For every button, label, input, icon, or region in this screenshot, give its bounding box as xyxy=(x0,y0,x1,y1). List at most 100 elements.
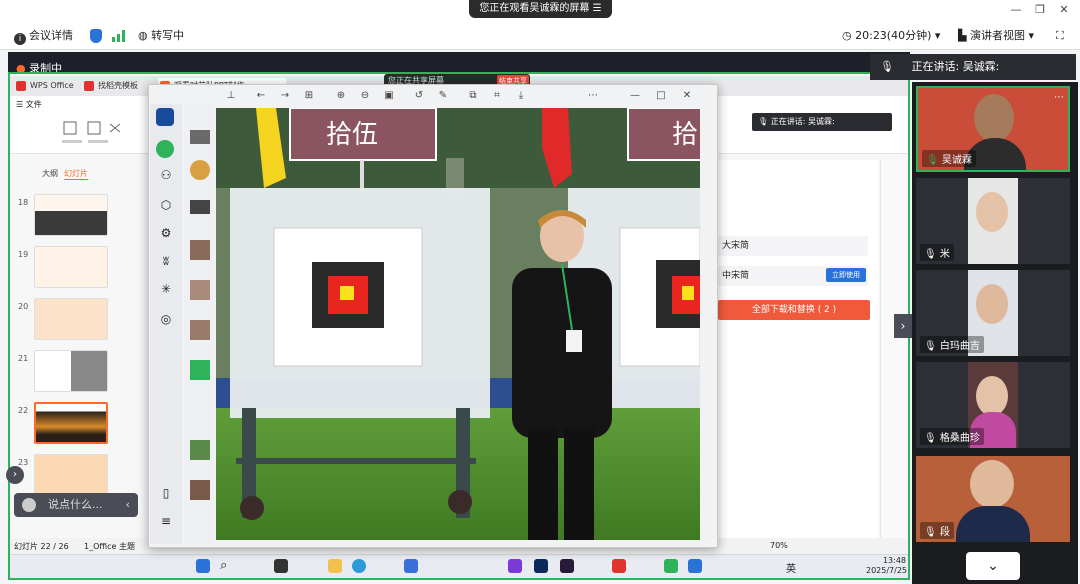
scroll-down-button[interactable]: ⌄ xyxy=(966,552,1020,580)
font-panel xyxy=(716,160,878,540)
slide-thumb-20[interactable] xyxy=(34,298,108,340)
slide-thumb-22[interactable] xyxy=(34,402,108,444)
photo-thumb[interactable] xyxy=(190,160,210,180)
windows-start-icon[interactable] xyxy=(196,559,210,573)
back-icon[interactable]: ← xyxy=(254,88,268,104)
photo-thumb[interactable] xyxy=(190,360,210,380)
wps-tab-office[interactable]: WPS Office xyxy=(14,78,74,94)
restore-icon[interactable]: ❐ xyxy=(1032,4,1048,16)
template-icon xyxy=(84,81,94,91)
slide-thumb-21[interactable] xyxy=(34,350,108,392)
participant-tile[interactable]: 🎙 白玛曲吉 xyxy=(916,270,1070,356)
outline-tab[interactable]: 大纲 xyxy=(42,168,58,179)
gear-icon[interactable]: ⚙ xyxy=(157,226,175,244)
slide-number: 19 xyxy=(18,250,29,259)
slides-tab[interactable]: 幻灯片 xyxy=(64,168,88,180)
participant-tile[interactable]: 🎙 吴诚霖 ⋯ xyxy=(916,86,1070,172)
crop-icon[interactable]: ⌗ xyxy=(490,88,504,104)
apply-font-button[interactable]: 立即使用 xyxy=(826,268,866,282)
slide-thumb-19[interactable] xyxy=(34,246,108,288)
edit-icon[interactable]: ✎ xyxy=(436,88,450,104)
chat-icon[interactable] xyxy=(156,140,174,158)
photo-thumb[interactable] xyxy=(190,200,210,214)
menu-icon[interactable]: ≡ xyxy=(157,514,175,532)
viewing-banner[interactable]: 您正在观看吴诚霖的屏幕 ☰ xyxy=(469,0,612,18)
ime-indicator[interactable]: 英 xyxy=(786,560,796,575)
participant-tile[interactable]: 🎙 米 xyxy=(916,178,1070,264)
close-icon[interactable]: ✕ xyxy=(1056,4,1072,16)
app-icon[interactable] xyxy=(404,559,418,573)
viewer-minimize-icon[interactable]: — xyxy=(628,88,642,104)
more-icon[interactable]: ⋯ xyxy=(586,88,600,104)
mic-icon: 🎙 xyxy=(758,117,769,126)
photo-thumb[interactable] xyxy=(190,280,210,300)
meeting-app-icon[interactable] xyxy=(688,559,702,573)
photo-thumb[interactable] xyxy=(190,440,210,460)
more-icon[interactable]: ⋯ xyxy=(1054,92,1064,103)
sparkle-icon[interactable]: ✳ xyxy=(157,282,175,300)
fit-icon[interactable]: ▣ xyxy=(382,88,396,104)
font-option[interactable]: 大宋简 xyxy=(718,236,868,256)
after-effects-icon[interactable] xyxy=(560,559,574,573)
minimize-icon[interactable]: — xyxy=(1008,4,1024,16)
search-icon[interactable]: ⌕ xyxy=(220,559,234,573)
photo-thumb[interactable] xyxy=(190,130,210,144)
rotate-icon[interactable]: ↺ xyxy=(412,88,426,104)
presenter-view-button[interactable]: ▙ 演讲者视图 ▾ xyxy=(958,28,1034,44)
avatar xyxy=(970,460,1014,508)
chat-placeholder: 说点什么... xyxy=(48,498,103,511)
cube-icon[interactable]: ⬡ xyxy=(157,198,175,216)
photoshop-icon[interactable] xyxy=(534,559,548,573)
mic-icon: 🎙 xyxy=(926,155,939,166)
photo-thumb[interactable] xyxy=(190,480,210,500)
compass-icon[interactable]: ◎ xyxy=(157,312,175,330)
wechat-icon[interactable] xyxy=(664,559,678,573)
download-all-button[interactable]: 全部下载和替换 ( 2 ) xyxy=(718,300,870,320)
taskbar-clock[interactable]: 13:48 2025/7/25 xyxy=(866,556,907,576)
butterfly-icon[interactable]: ʬ xyxy=(157,254,175,272)
slide-thumb-23[interactable] xyxy=(34,454,108,496)
transcribe-button[interactable]: ◍ 转写中 xyxy=(138,28,184,44)
emoji-icon[interactable] xyxy=(22,498,36,512)
slide-number: 18 xyxy=(18,198,29,207)
viewer-maximize-icon[interactable]: □ xyxy=(654,88,668,104)
edge-icon[interactable] xyxy=(352,559,366,573)
zoom-in-icon[interactable]: ⊕ xyxy=(334,88,348,104)
app-logo-icon[interactable] xyxy=(156,108,174,126)
chevron-left-icon[interactable]: ‹ xyxy=(126,493,130,517)
pin-icon[interactable]: ⊥ xyxy=(224,88,238,104)
copy-icon[interactable]: ⧉ xyxy=(466,88,480,104)
photo-thumb[interactable] xyxy=(190,320,210,340)
app-icon[interactable] xyxy=(274,559,288,573)
file-menu[interactable]: ☰ 文件 xyxy=(16,99,42,110)
sign-text-right: 拾 xyxy=(672,120,699,150)
viewer-close-icon[interactable]: ✕ xyxy=(680,88,694,104)
app-icon[interactable] xyxy=(508,559,522,573)
zoom-out-icon[interactable]: ⊖ xyxy=(358,88,372,104)
participant-tile[interactable]: 🎙 段 xyxy=(916,456,1070,542)
chat-input[interactable]: 说点什么... ‹ xyxy=(14,493,138,517)
wps-tab-templates[interactable]: 找稻壳模板 xyxy=(82,78,138,94)
collapse-tiles-icon[interactable]: › xyxy=(894,314,912,338)
folder-icon[interactable] xyxy=(328,559,342,573)
slide-number: 20 xyxy=(18,302,29,311)
avatar xyxy=(976,284,1008,324)
zoom-level[interactable]: 70% xyxy=(770,541,788,550)
wps-taskbar-icon[interactable] xyxy=(612,559,626,573)
grid-icon[interactable]: ⊞ xyxy=(302,88,316,104)
signal-icon[interactable] xyxy=(112,30,126,42)
meeting-info-button[interactable]: i 会议详情 xyxy=(14,28,73,45)
slide-thumb-18[interactable] xyxy=(34,194,108,236)
fullscreen-icon[interactable]: ⛶ xyxy=(1056,28,1064,44)
ribbon-paste-group[interactable] xyxy=(60,120,130,148)
meeting-timer[interactable]: ◷ 20:23(40分钟) ▾ xyxy=(842,28,940,44)
phone-icon[interactable]: ▯ xyxy=(157,486,175,504)
shield-icon[interactable] xyxy=(90,29,102,43)
save-icon[interactable]: ⤓ xyxy=(514,88,528,104)
participant-tile[interactable]: 🎙 格桑曲珍 xyxy=(916,362,1070,448)
expand-panel-icon[interactable]: › xyxy=(6,466,24,484)
photo-thumb[interactable] xyxy=(190,240,210,260)
wps-tab-label: 找稻壳模板 xyxy=(98,81,138,90)
contacts-icon[interactable]: ⚇ xyxy=(157,168,175,186)
forward-icon[interactable]: → xyxy=(278,88,292,104)
